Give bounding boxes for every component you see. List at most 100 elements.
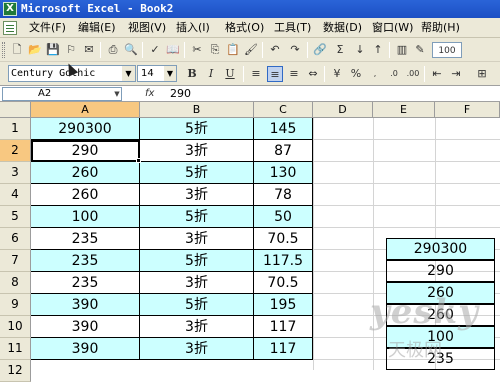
cell-c3[interactable]: 130 <box>254 162 313 184</box>
cell-b5[interactable]: 5折 <box>140 206 254 228</box>
font-dropdown-arrow-icon[interactable]: ▼ <box>122 66 135 81</box>
row-header-11[interactable]: 11 <box>0 338 31 360</box>
sort-ascending-icon[interactable]: ↓ <box>352 42 368 58</box>
spelling-icon[interactable]: ✓ <box>147 42 163 58</box>
menu-edit[interactable]: 编辑(E) <box>78 20 116 36</box>
drawing-icon[interactable]: ✎ <box>412 42 428 58</box>
paste-icon[interactable]: 📋 <box>225 42 241 58</box>
workbook-icon[interactable] <box>3 21 17 35</box>
cell-b10[interactable]: 3折 <box>140 316 254 338</box>
name-box-arrow-icon[interactable]: ▼ <box>112 88 122 100</box>
borders-icon[interactable]: ⊞ <box>474 66 490 82</box>
bold-button[interactable]: B <box>184 66 200 82</box>
row-header-1[interactable]: 1 <box>0 118 31 140</box>
save-icon[interactable]: 💾 <box>45 42 61 58</box>
align-right-icon[interactable]: ≡ <box>286 66 302 82</box>
row-header-4[interactable]: 4 <box>0 184 31 206</box>
column-header-a[interactable]: A <box>31 102 140 118</box>
cell-a6[interactable]: 235 <box>31 228 140 250</box>
column-header-c[interactable]: C <box>254 102 313 118</box>
undo-icon[interactable]: ↶ <box>267 42 283 58</box>
cell-b9[interactable]: 5折 <box>140 294 254 316</box>
align-center-icon[interactable]: ≡ <box>267 66 283 82</box>
row-header-10[interactable]: 10 <box>0 316 31 338</box>
cut-icon[interactable]: ✂ <box>189 42 205 58</box>
print-icon[interactable]: ⎙ <box>105 42 121 58</box>
side-table-cell[interactable]: 290300 <box>386 238 495 260</box>
sort-descending-icon[interactable]: ↑ <box>370 42 386 58</box>
decrease-indent-icon[interactable]: ⇤ <box>429 66 445 82</box>
row-header-8[interactable]: 8 <box>0 272 31 294</box>
menu-window[interactable]: 窗口(W) <box>372 20 413 36</box>
cell-c2[interactable]: 87 <box>254 140 313 162</box>
cell-a1[interactable]: 290300 <box>31 118 140 140</box>
cell-c1[interactable]: 145 <box>254 118 313 140</box>
menu-file[interactable]: 文件(F) <box>29 20 66 36</box>
cell-b2[interactable]: 3折 <box>140 140 254 162</box>
cell-c4[interactable]: 78 <box>254 184 313 206</box>
percent-icon[interactable]: % <box>348 66 364 82</box>
size-dropdown-arrow-icon[interactable]: ▼ <box>164 66 176 81</box>
print-preview-icon[interactable]: 🔍 <box>123 42 139 58</box>
align-left-icon[interactable]: ≡ <box>248 66 264 82</box>
cell-a5[interactable]: 100 <box>31 206 140 228</box>
comma-style-icon[interactable]: , <box>367 66 383 82</box>
column-header-e[interactable]: E <box>373 102 435 118</box>
cell-a10[interactable]: 390 <box>31 316 140 338</box>
research-icon[interactable]: 📖 <box>165 42 181 58</box>
cell-c6[interactable]: 70.5 <box>254 228 313 250</box>
cell-a3[interactable]: 260 <box>31 162 140 184</box>
select-all-corner[interactable] <box>0 102 31 118</box>
column-header-d[interactable]: D <box>313 102 373 118</box>
row-header-9[interactable]: 9 <box>0 294 31 316</box>
copy-icon[interactable]: ⎘ <box>207 42 223 58</box>
merge-center-icon[interactable]: ⇔ <box>305 66 321 82</box>
name-box[interactable]: A2 <box>2 87 122 101</box>
menu-tools[interactable]: 工具(T) <box>274 20 311 36</box>
email-icon[interactable]: ✉ <box>81 42 97 58</box>
zoom-box[interactable]: 100 <box>432 42 462 58</box>
column-header-b[interactable]: B <box>140 102 254 118</box>
menu-data[interactable]: 数据(D) <box>323 20 362 36</box>
cell-b7[interactable]: 5折 <box>140 250 254 272</box>
fill-handle[interactable] <box>136 158 141 163</box>
menu-help[interactable]: 帮助(H) <box>421 20 460 36</box>
italic-button[interactable]: I <box>203 66 219 82</box>
increase-decimal-icon[interactable]: .0 <box>386 66 402 82</box>
cell-a4[interactable]: 260 <box>31 184 140 206</box>
formula-input[interactable]: 290 <box>170 87 191 101</box>
row-header-6[interactable]: 6 <box>0 228 31 250</box>
column-header-f[interactable]: F <box>435 102 500 118</box>
autosum-icon[interactable]: Σ <box>332 42 348 58</box>
cell-a7[interactable]: 235 <box>31 250 140 272</box>
open-icon[interactable]: 📂 <box>27 42 43 58</box>
cell-c5[interactable]: 50 <box>254 206 313 228</box>
cell-a8[interactable]: 235 <box>31 272 140 294</box>
row-header-3[interactable]: 3 <box>0 162 31 184</box>
menu-insert[interactable]: 插入(I) <box>176 20 210 36</box>
row-header-5[interactable]: 5 <box>0 206 31 228</box>
permission-icon[interactable]: ⚐ <box>63 42 79 58</box>
format-painter-icon[interactable]: 🖌 <box>243 42 259 58</box>
new-icon[interactable]: 🗋 <box>9 42 25 58</box>
menu-view[interactable]: 视图(V) <box>128 20 166 36</box>
toolbar-grip[interactable] <box>2 42 5 58</box>
decrease-decimal-icon[interactable]: .00 <box>405 66 421 82</box>
redo-icon[interactable]: ↷ <box>287 42 303 58</box>
cell-b8[interactable]: 3折 <box>140 272 254 294</box>
underline-button[interactable]: U <box>222 66 238 82</box>
cell-b11[interactable]: 3折 <box>140 338 254 360</box>
cell-b6[interactable]: 3折 <box>140 228 254 250</box>
cell-c10[interactable]: 117 <box>254 316 313 338</box>
row-header-2[interactable]: 2 <box>0 140 31 162</box>
cell-b3[interactable]: 5折 <box>140 162 254 184</box>
insert-function-icon[interactable]: fx <box>145 87 159 101</box>
cell-c11[interactable]: 117 <box>254 338 313 360</box>
cell-c7[interactable]: 117.5 <box>254 250 313 272</box>
increase-indent-icon[interactable]: ⇥ <box>448 66 464 82</box>
chart-wizard-icon[interactable]: ▥ <box>394 42 410 58</box>
cell-a9[interactable]: 390 <box>31 294 140 316</box>
currency-icon[interactable]: ¥ <box>329 66 345 82</box>
hyperlink-icon[interactable]: 🔗 <box>312 42 328 58</box>
menu-format[interactable]: 格式(O) <box>225 20 264 36</box>
